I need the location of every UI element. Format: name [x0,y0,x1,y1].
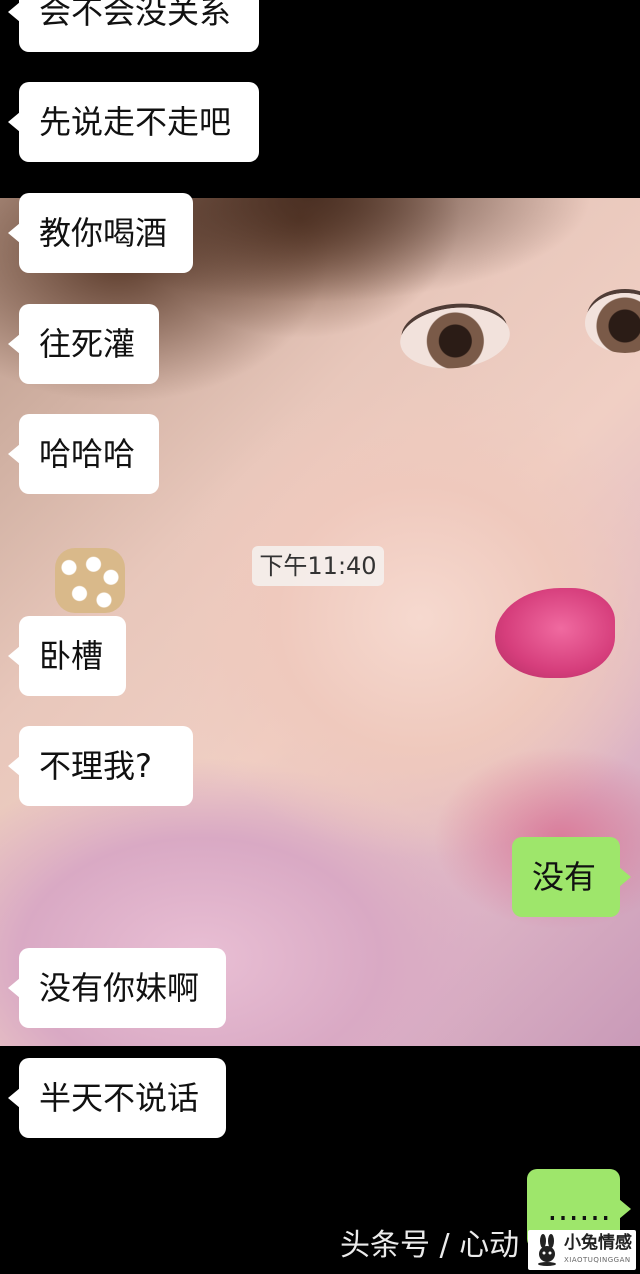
message-text: 卧槽 [39,637,104,675]
message-incoming[interactable]: 卧槽 [8,616,126,696]
message-text: 教你喝酒 [39,214,168,252]
message-incoming[interactable]: 往死灌 [8,304,159,384]
photo-earring [55,548,125,613]
message-incoming[interactable]: 半天不说话 [8,1058,226,1138]
message-incoming[interactable]: 会不会没关系 [8,0,259,52]
message-outgoing[interactable]: 没有 [512,837,631,917]
message-text: …… [547,1190,611,1228]
message-text: 往死灌 [39,325,136,363]
brand-logo: 小兔情感 XIAOTUQINGGAN [528,1230,636,1270]
logo-text: 小兔情感 [564,1233,632,1253]
photo-lips [495,588,615,678]
message-incoming[interactable]: 不理我? [8,726,193,806]
message-incoming[interactable]: 哈哈哈 [8,414,159,494]
message-text: 不理我? [39,747,152,785]
message-text: 哈哈哈 [39,435,136,473]
rabbit-icon [538,1234,556,1266]
message-text: 先说走不走吧 [39,103,232,141]
message-incoming[interactable]: 先说走不走吧 [8,82,259,162]
message-text: 没有你妹啊 [39,969,200,1007]
message-timestamp: 下午11:40 [252,546,384,586]
message-text: 会不会没关系 [39,0,232,31]
logo-subtext: XIAOTUQINGGAN [564,1256,631,1264]
source-watermark: 头条号 / 心动 [340,1228,520,1263]
message-text: 没有 [532,858,597,896]
chat-window: 会不会没关系 先说走不走吧 教你喝酒 往死灌 哈哈哈 下午11:40 卧槽 不理… [0,0,640,1274]
message-text: 半天不说话 [39,1079,200,1117]
message-incoming[interactable]: 教你喝酒 [8,193,193,273]
message-incoming[interactable]: 没有你妹啊 [8,948,226,1028]
